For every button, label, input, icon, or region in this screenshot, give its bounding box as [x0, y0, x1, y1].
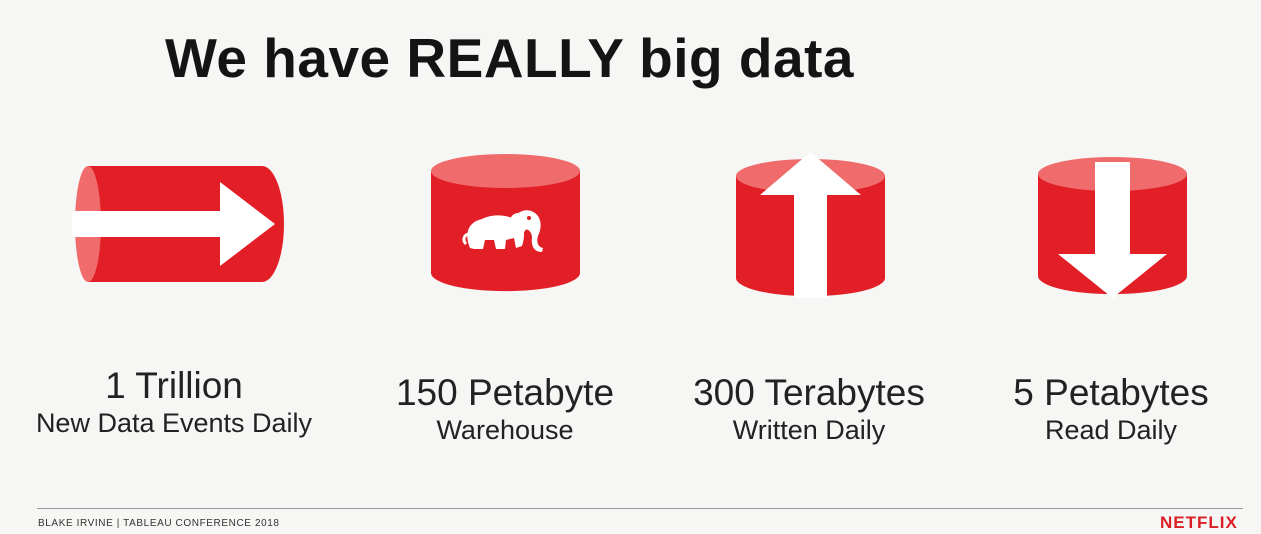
netflix-logo: NETFLIX	[1160, 513, 1238, 532]
stat-written: 300 Terabytes Written Daily	[655, 372, 963, 446]
stat-value: 5 Petabytes	[1013, 372, 1209, 413]
footer-presenter: BLAKE IRVINE | TABLEAU CONFERENCE 2018	[38, 518, 280, 529]
stat-warehouse: 150 Petabyte Warehouse	[355, 372, 655, 446]
stat-label: Warehouse	[436, 414, 574, 445]
stat-label: Written Daily	[732, 414, 886, 445]
elephant-cylinder-icon	[431, 154, 580, 292]
stat-value: 300 Terabytes	[693, 372, 925, 413]
stat-read: 5 Petabytes Read Daily	[985, 372, 1237, 446]
horizontal-pipe-arrow-icon	[72, 166, 284, 282]
footer-divider	[37, 508, 1243, 509]
stat-value: 150 Petabyte	[395, 372, 615, 413]
stat-events: 1 Trillion New Data Events Daily	[0, 365, 348, 439]
stat-label: Read Daily	[1044, 414, 1178, 445]
stat-value: 1 Trillion	[105, 365, 243, 406]
slide-title: We have REALLY big data	[165, 27, 855, 89]
cylinder-down-arrow-icon	[1038, 157, 1187, 298]
cylinder-up-arrow-icon	[736, 152, 885, 298]
stat-label: New Data Events Daily	[35, 407, 313, 438]
